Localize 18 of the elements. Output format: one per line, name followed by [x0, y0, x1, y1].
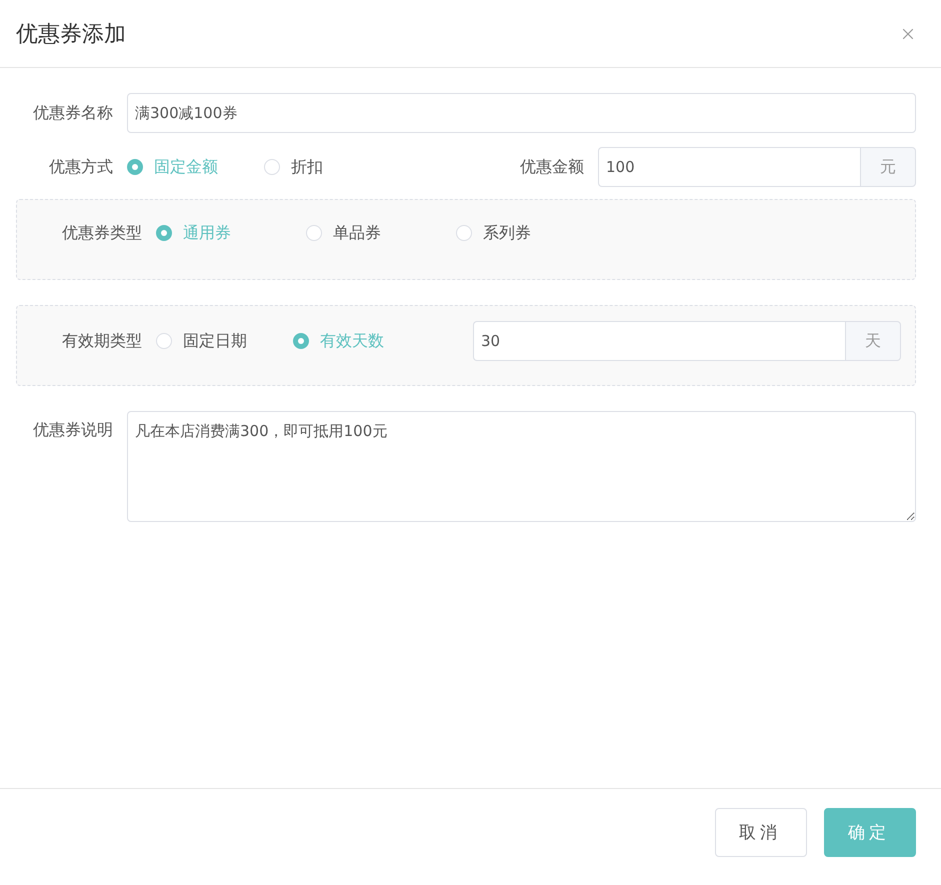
radio-option[interactable]: 固定日期: [156, 330, 293, 352]
field-label: 优惠券类型: [61, 222, 143, 244]
field-label: 有效期类型: [61, 330, 143, 352]
field-label: 优惠金额: [519, 156, 585, 178]
cancel-button[interactable]: 取消: [715, 808, 807, 857]
input-field[interactable]: 100: [598, 147, 860, 187]
field-label: 优惠券说明: [32, 419, 114, 441]
field-label: 优惠券名称: [32, 102, 114, 124]
radio-option[interactable]: 折扣: [264, 156, 384, 178]
unit-label: 元: [860, 147, 916, 187]
input-field[interactable]: 30: [473, 321, 845, 361]
radio-option[interactable]: 单品券: [306, 222, 456, 244]
unit-label: 天: [845, 321, 901, 361]
input-field[interactable]: 满300减100券: [127, 93, 916, 133]
radio-option[interactable]: 系列券: [456, 222, 606, 244]
field-label: 优惠方式: [48, 156, 114, 178]
dialog-title: 优惠券添加: [16, 20, 126, 48]
text-area[interactable]: 凡在本店消费满300，即可抵用100元: [127, 411, 916, 522]
